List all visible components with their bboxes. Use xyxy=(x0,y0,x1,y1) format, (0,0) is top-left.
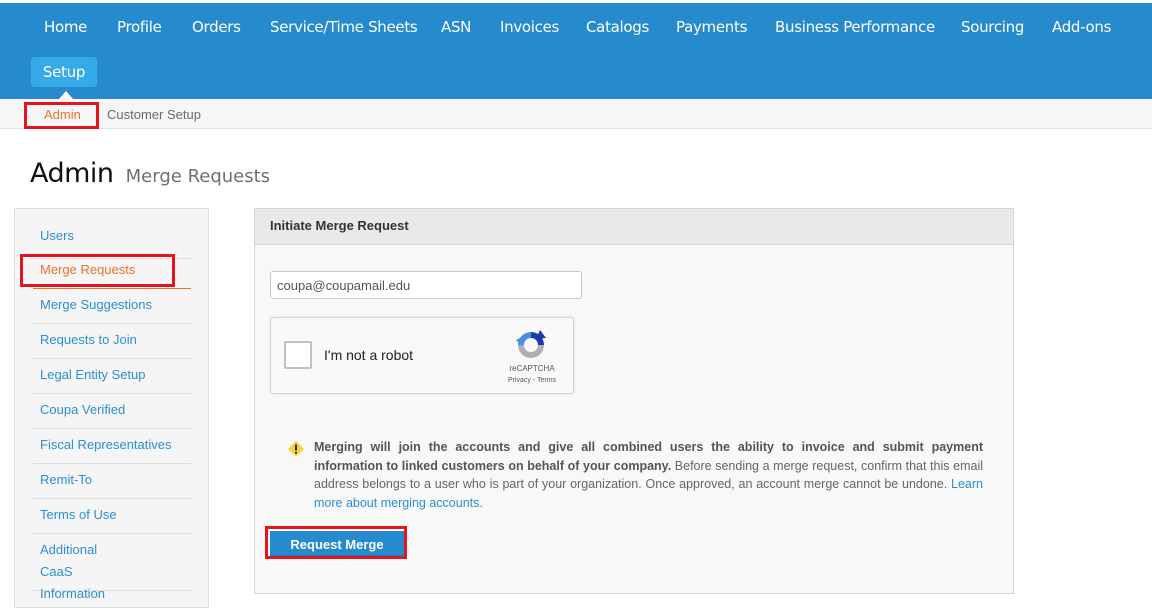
sidebar-item-label: Merge Requests xyxy=(40,262,136,277)
sidebar-item-label: Users xyxy=(40,228,74,243)
nav-add-ons[interactable]: Add-ons xyxy=(1052,18,1111,36)
sub-navigation: Admin Customer Setup xyxy=(0,99,1152,129)
nav-catalogs[interactable]: Catalogs xyxy=(586,18,649,36)
page-title-main: Admin xyxy=(30,158,114,189)
page-title: Admin Merge Requests xyxy=(30,158,270,189)
sidebar-item-merge-requests[interactable]: Merge Requests xyxy=(33,259,191,289)
sidebar: Users Merge Requests Merge Suggestions R… xyxy=(14,208,209,608)
subnav-admin[interactable]: Admin xyxy=(44,107,81,122)
merge-info-text: Merging will join the accounts and give … xyxy=(314,438,983,512)
request-merge-button[interactable]: Request Merge xyxy=(270,531,404,557)
page-subtitle: Merge Requests xyxy=(125,166,271,187)
nav-asn[interactable]: ASN xyxy=(441,18,471,36)
recaptcha-label: I'm not a robot xyxy=(324,347,414,363)
recaptcha-privacy-terms[interactable]: Privacy - Terms xyxy=(499,377,565,384)
sidebar-item-fiscal-representatives[interactable]: Fiscal Representatives xyxy=(33,429,191,464)
merge-request-panel: Initiate Merge Request I'm not a robot r… xyxy=(254,208,1014,594)
nav-business-performance[interactable]: Business Performance xyxy=(775,18,935,36)
sidebar-item-label: Terms of Use xyxy=(40,507,117,522)
sidebar-item-label: Fiscal Representatives xyxy=(40,437,172,452)
sidebar-item-coupa-verified[interactable]: Coupa Verified xyxy=(33,394,191,429)
sidebar-item-label: Legal Entity Setup xyxy=(40,367,146,382)
sidebar-item-users[interactable]: Users xyxy=(33,224,191,259)
nav-service-time-sheets[interactable]: Service/Time Sheets xyxy=(270,18,418,36)
nav-setup[interactable]: Setup xyxy=(31,57,97,87)
recaptcha-widget: I'm not a robot reCAPTCHA Privacy - Term… xyxy=(270,317,574,394)
nav-invoices[interactable]: Invoices xyxy=(500,18,559,36)
sidebar-item-label: Requests to Join xyxy=(40,332,137,347)
warning-icon xyxy=(288,441,304,457)
sidebar-item-legal-entity-setup[interactable]: Legal Entity Setup xyxy=(33,359,191,394)
sidebar-item-requests-to-join[interactable]: Requests to Join xyxy=(33,324,191,359)
active-nav-caret xyxy=(59,91,73,99)
panel-header: Initiate Merge Request xyxy=(255,209,1013,245)
recaptcha-logo-icon xyxy=(516,330,546,358)
top-navigation: Home Profile Orders Service/Time Sheets … xyxy=(0,3,1152,99)
sidebar-item-additional-caas-information[interactable]: Additional CaaS Information xyxy=(33,534,191,601)
sidebar-item-remit-to[interactable]: Remit-To xyxy=(33,464,191,499)
sidebar-item-merge-suggestions[interactable]: Merge Suggestions xyxy=(33,289,191,324)
nav-orders[interactable]: Orders xyxy=(192,18,241,36)
nav-sourcing[interactable]: Sourcing xyxy=(961,18,1024,36)
nav-payments[interactable]: Payments xyxy=(676,18,747,36)
recaptcha-checkbox[interactable] xyxy=(284,341,312,369)
recaptcha-brand: reCAPTCHA xyxy=(509,364,555,373)
subnav-customer-setup[interactable]: Customer Setup xyxy=(107,107,201,122)
nav-home[interactable]: Home xyxy=(44,18,87,36)
sidebar-item-label: Additional CaaS Information xyxy=(40,542,106,601)
nav-profile[interactable]: Profile xyxy=(117,18,162,36)
sidebar-item-terms-of-use[interactable]: Terms of Use xyxy=(33,499,191,534)
sidebar-item-label: Coupa Verified xyxy=(40,402,126,417)
sidebar-item-label: Remit-To xyxy=(40,472,93,487)
email-input[interactable] xyxy=(270,271,582,299)
sidebar-item-label: Merge Suggestions xyxy=(40,297,153,312)
